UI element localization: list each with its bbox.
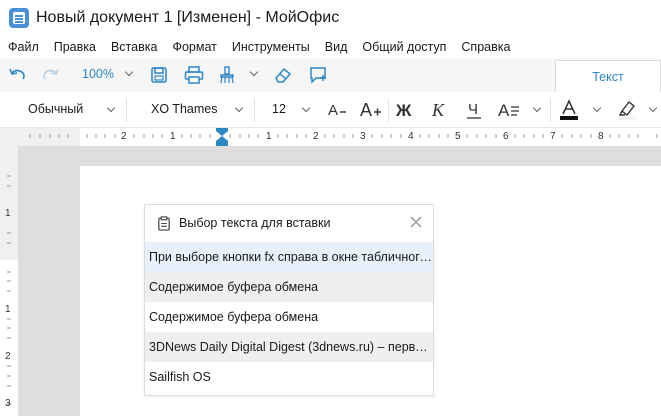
increase-font-button[interactable]: A <box>358 98 384 122</box>
redo-button[interactable] <box>40 64 62 86</box>
menu-help[interactable]: Справка <box>461 40 510 54</box>
font-color-chevron-down-icon[interactable] <box>592 103 602 113</box>
title-bar: Новый документ 1 [Изменен] - МойОфис <box>0 0 661 36</box>
svg-text:A: A <box>498 101 510 120</box>
decrease-font-button[interactable]: A <box>325 98 351 122</box>
style-chevron-down-icon[interactable] <box>106 103 116 113</box>
format-painter-button[interactable] <box>216 64 238 86</box>
divider <box>550 98 551 122</box>
ruler-label: 4 <box>408 131 414 142</box>
save-icon <box>151 67 167 83</box>
font-size-select[interactable]: 12 <box>272 102 286 116</box>
clipboard-icon <box>158 215 170 231</box>
vruler-label: 1 <box>5 304 11 315</box>
menu-insert[interactable]: Вставка <box>111 40 157 54</box>
vruler-ticks <box>0 175 18 416</box>
popup-title: Выбор текста для вставки <box>179 216 331 230</box>
bold-button[interactable]: Ж <box>394 98 416 122</box>
divider <box>254 98 255 122</box>
undo-icon <box>9 68 25 80</box>
svg-text:A: A <box>328 102 338 119</box>
svg-text:A: A <box>360 100 372 120</box>
text-effects-button[interactable]: A <box>496 98 524 122</box>
format-painter-chevron-down-icon[interactable] <box>249 67 259 77</box>
ruler-label: 6 <box>503 131 509 142</box>
font-family-select[interactable]: XO Thames <box>151 102 217 116</box>
printer-icon <box>184 66 204 84</box>
eraser-icon <box>275 67 292 83</box>
close-icon[interactable] <box>409 215 423 229</box>
text-effects-chevron-down-icon[interactable] <box>532 103 542 113</box>
save-button[interactable] <box>148 64 170 86</box>
format-toolbar: Обычный XO Thames 12 A A Ж К Ч A <box>0 92 661 128</box>
divider <box>126 98 127 122</box>
list-item[interactable]: Содержимое буфера обмена <box>145 302 433 332</box>
list-item[interactable]: Sailfish OS <box>145 362 433 392</box>
window-title: Новый документ 1 [Изменен] - МойОфис <box>36 9 340 26</box>
menu-view[interactable]: Вид <box>325 40 348 54</box>
ruler-ticks <box>29 128 661 146</box>
ruler-label: 7 <box>550 131 556 142</box>
menu-sharing[interactable]: Общий доступ <box>362 40 446 54</box>
print-button[interactable] <box>183 64 205 86</box>
menu-format[interactable]: Формат <box>172 40 216 54</box>
menu-tools[interactable]: Инструменты <box>232 40 310 54</box>
redo-icon <box>43 68 59 80</box>
highlight-chevron-down-icon[interactable] <box>648 103 658 113</box>
paragraph-style-select[interactable]: Обычный <box>28 102 83 116</box>
zoom-chevron-down-icon[interactable] <box>124 67 134 77</box>
ruler-label: 1 <box>266 131 272 142</box>
menu-edit[interactable]: Правка <box>54 40 96 54</box>
list-item[interactable]: Содержимое буфера обмена <box>145 272 433 302</box>
font-decrease-icon: A <box>328 102 346 119</box>
paste-selection-popup: Выбор текста для вставки При выборе кноп… <box>144 204 434 396</box>
text-effects-icon: A <box>498 101 519 120</box>
bold-icon: Ж <box>395 101 412 120</box>
comment-button[interactable] <box>308 64 330 86</box>
list-item[interactable]: 3DNews Daily Digital Digest (3dnews.ru) … <box>145 332 433 362</box>
brush-icon <box>220 66 234 84</box>
font-chevron-down-icon[interactable] <box>234 103 244 113</box>
vruler-label: 1 <box>5 208 11 219</box>
highlight-button[interactable] <box>615 98 639 122</box>
menu-bar: Файл Правка Вставка Формат Инструменты В… <box>0 36 661 58</box>
tab-text[interactable]: Текст <box>555 60 661 92</box>
italic-button[interactable]: К <box>428 98 450 122</box>
menu-file[interactable]: Файл <box>8 40 39 54</box>
ruler-label: 1 <box>170 131 176 142</box>
highlighter-icon <box>618 101 636 120</box>
list-item[interactable]: При выборе кнопки fx справа в окне табли… <box>145 242 433 272</box>
horizontal-ruler: 2 1 1 2 3 4 5 6 7 8 <box>0 128 661 146</box>
comment-icon <box>310 67 326 84</box>
vertical-ruler: 1 1 2 3 <box>0 146 18 416</box>
zoom-level[interactable]: 100% <box>82 67 114 81</box>
ruler-label: 3 <box>360 131 366 142</box>
svg-text:Ж: Ж <box>395 101 412 120</box>
clear-format-button[interactable] <box>272 64 294 86</box>
ruler-label: 5 <box>455 131 461 142</box>
font-color-icon <box>560 99 578 120</box>
undo-button[interactable] <box>6 64 28 86</box>
ruler-label: 2 <box>121 131 127 142</box>
ruler-label: 2 <box>313 131 319 142</box>
ruler-label: 8 <box>598 131 604 142</box>
font-increase-icon: A <box>360 100 381 120</box>
size-chevron-down-icon[interactable] <box>301 103 311 113</box>
font-color-button[interactable] <box>557 98 581 122</box>
svg-text:К: К <box>431 100 445 120</box>
underline-icon: Ч <box>467 101 481 119</box>
vruler-label: 3 <box>5 398 11 409</box>
app-logo-icon <box>9 8 29 28</box>
svg-text:Ч: Ч <box>468 101 478 118</box>
popup-header: Выбор текста для вставки <box>145 205 433 241</box>
clipboard-history-list: При выборе кнопки fx справа в окне табли… <box>145 242 433 392</box>
vruler-label: 2 <box>5 351 11 362</box>
underline-button[interactable]: Ч <box>463 98 485 122</box>
divider <box>388 98 389 122</box>
italic-icon: К <box>431 100 445 120</box>
